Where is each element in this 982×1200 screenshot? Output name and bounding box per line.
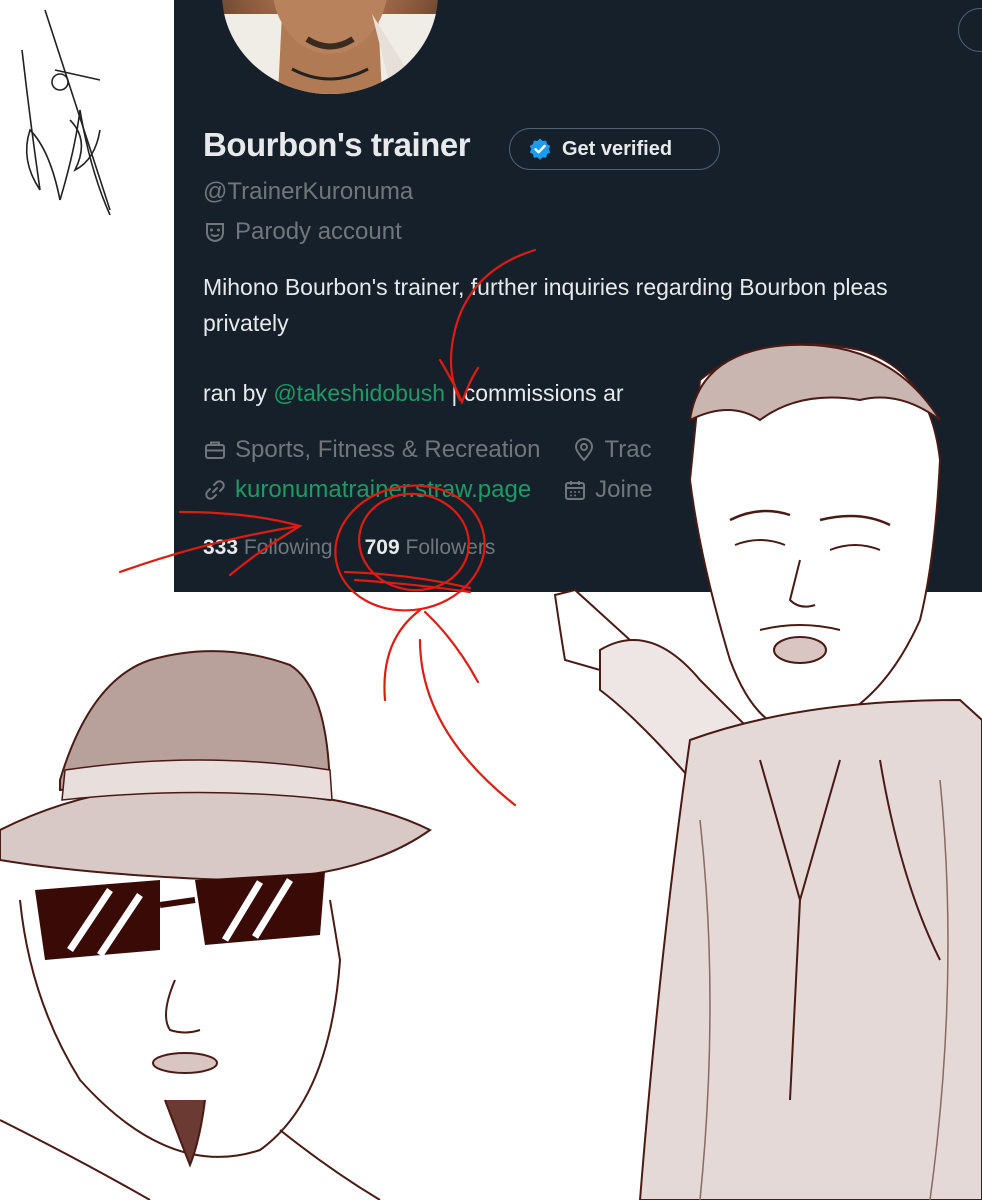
pointing-man-sketch: [553, 343, 982, 1200]
sketch-overlay: [0, 9, 982, 1200]
fedora-man-sketch: [0, 650, 432, 1200]
artist-signature: [21, 9, 111, 216]
